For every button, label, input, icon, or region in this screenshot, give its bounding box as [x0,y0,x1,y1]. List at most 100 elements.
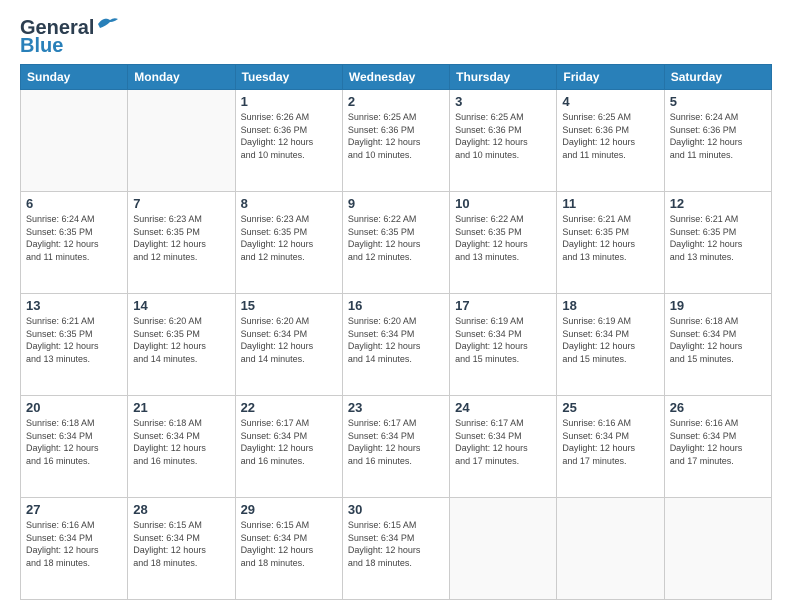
calendar-cell [128,90,235,192]
calendar-cell: 1 Sunrise: 6:26 AM Sunset: 6:36 PM Daylig… [235,90,342,192]
calendar-cell [450,498,557,600]
day-info: Sunrise: 6:15 AM Sunset: 6:34 PM Dayligh… [241,519,337,569]
day-info: Sunrise: 6:16 AM Sunset: 6:34 PM Dayligh… [670,417,766,467]
weekday-header-monday: Monday [128,65,235,90]
day-info: Sunrise: 6:26 AM Sunset: 6:36 PM Dayligh… [241,111,337,161]
day-number: 7 [133,196,229,211]
day-number: 8 [241,196,337,211]
day-number: 5 [670,94,766,109]
day-info: Sunrise: 6:17 AM Sunset: 6:34 PM Dayligh… [348,417,444,467]
calendar-cell: 26 Sunrise: 6:16 AM Sunset: 6:34 PM Dayli… [664,396,771,498]
day-info: Sunrise: 6:20 AM Sunset: 6:34 PM Dayligh… [348,315,444,365]
day-number: 22 [241,400,337,415]
day-info: Sunrise: 6:23 AM Sunset: 6:35 PM Dayligh… [241,213,337,263]
calendar-week-3: 13 Sunrise: 6:21 AM Sunset: 6:35 PM Dayli… [21,294,772,396]
calendar-cell: 24 Sunrise: 6:17 AM Sunset: 6:34 PM Dayli… [450,396,557,498]
logo: General Blue [20,18,118,56]
calendar-cell: 5 Sunrise: 6:24 AM Sunset: 6:36 PM Daylig… [664,90,771,192]
day-number: 27 [26,502,122,517]
day-number: 26 [670,400,766,415]
calendar-cell: 15 Sunrise: 6:20 AM Sunset: 6:34 PM Dayli… [235,294,342,396]
calendar-table: SundayMondayTuesdayWednesdayThursdayFrid… [20,64,772,600]
calendar-cell: 13 Sunrise: 6:21 AM Sunset: 6:35 PM Dayli… [21,294,128,396]
day-info: Sunrise: 6:25 AM Sunset: 6:36 PM Dayligh… [348,111,444,161]
logo-blue-text: Blue [20,36,63,56]
day-number: 28 [133,502,229,517]
calendar-cell: 25 Sunrise: 6:16 AM Sunset: 6:34 PM Dayli… [557,396,664,498]
day-number: 19 [670,298,766,313]
calendar-cell [664,498,771,600]
calendar-cell: 4Sunrise: 6:25 AM Sunset: 6:36 PM Daylig… [557,90,664,192]
weekday-header-friday: Friday [557,65,664,90]
calendar-cell: 27 Sunrise: 6:16 AM Sunset: 6:34 PM Dayli… [21,498,128,600]
calendar-week-4: 20 Sunrise: 6:18 AM Sunset: 6:34 PM Dayli… [21,396,772,498]
weekday-header-thursday: Thursday [450,65,557,90]
day-number: 16 [348,298,444,313]
day-info: Sunrise: 6:15 AM Sunset: 6:34 PM Dayligh… [133,519,229,569]
calendar-cell: 2 Sunrise: 6:25 AM Sunset: 6:36 PM Daylig… [342,90,449,192]
calendar-week-5: 27 Sunrise: 6:16 AM Sunset: 6:34 PM Dayli… [21,498,772,600]
weekday-header-saturday: Saturday [664,65,771,90]
calendar-cell: 9Sunrise: 6:22 AM Sunset: 6:35 PM Daylig… [342,192,449,294]
day-number: 4 [562,94,658,109]
day-info: Sunrise: 6:20 AM Sunset: 6:35 PM Dayligh… [133,315,229,365]
day-number: 6 [26,196,122,211]
calendar-header-row: SundayMondayTuesdayWednesdayThursdayFrid… [21,65,772,90]
calendar-cell: 20 Sunrise: 6:18 AM Sunset: 6:34 PM Dayli… [21,396,128,498]
day-number: 13 [26,298,122,313]
calendar-week-1: 1 Sunrise: 6:26 AM Sunset: 6:36 PM Daylig… [21,90,772,192]
day-info: Sunrise: 6:24 AM Sunset: 6:36 PM Dayligh… [670,111,766,161]
day-info: Sunrise: 6:15 AM Sunset: 6:34 PM Dayligh… [348,519,444,569]
day-info: Sunrise: 6:24 AM Sunset: 6:35 PM Dayligh… [26,213,122,263]
day-info: Sunrise: 6:20 AM Sunset: 6:34 PM Dayligh… [241,315,337,365]
day-info: Sunrise: 6:16 AM Sunset: 6:34 PM Dayligh… [26,519,122,569]
calendar-cell: 8 Sunrise: 6:23 AM Sunset: 6:35 PM Daylig… [235,192,342,294]
day-number: 23 [348,400,444,415]
day-number: 21 [133,400,229,415]
day-info: Sunrise: 6:16 AM Sunset: 6:34 PM Dayligh… [562,417,658,467]
day-number: 24 [455,400,551,415]
page: General Blue SundayMondayTuesdayWednesda… [0,0,792,612]
day-info: Sunrise: 6:25 AM Sunset: 6:36 PM Dayligh… [455,111,551,161]
calendar-cell: 7 Sunrise: 6:23 AM Sunset: 6:35 PM Daylig… [128,192,235,294]
day-number: 25 [562,400,658,415]
header: General Blue [20,18,772,56]
calendar-cell: 3 Sunrise: 6:25 AM Sunset: 6:36 PM Daylig… [450,90,557,192]
weekday-header-sunday: Sunday [21,65,128,90]
day-info: Sunrise: 6:21 AM Sunset: 6:35 PM Dayligh… [670,213,766,263]
day-info: Sunrise: 6:18 AM Sunset: 6:34 PM Dayligh… [26,417,122,467]
calendar-cell: 6 Sunrise: 6:24 AM Sunset: 6:35 PM Daylig… [21,192,128,294]
calendar-cell: 12 Sunrise: 6:21 AM Sunset: 6:35 PM Dayli… [664,192,771,294]
day-info: Sunrise: 6:18 AM Sunset: 6:34 PM Dayligh… [670,315,766,365]
weekday-header-wednesday: Wednesday [342,65,449,90]
day-info: Sunrise: 6:23 AM Sunset: 6:35 PM Dayligh… [133,213,229,263]
calendar-week-2: 6 Sunrise: 6:24 AM Sunset: 6:35 PM Daylig… [21,192,772,294]
day-number: 15 [241,298,337,313]
day-info: Sunrise: 6:22 AM Sunset: 6:35 PM Dayligh… [348,213,444,263]
day-number: 12 [670,196,766,211]
day-info: Sunrise: 6:17 AM Sunset: 6:34 PM Dayligh… [241,417,337,467]
day-number: 10 [455,196,551,211]
calendar-cell: 23 Sunrise: 6:17 AM Sunset: 6:34 PM Dayli… [342,396,449,498]
day-number: 29 [241,502,337,517]
calendar-cell [21,90,128,192]
day-number: 3 [455,94,551,109]
day-info: Sunrise: 6:21 AM Sunset: 6:35 PM Dayligh… [26,315,122,365]
day-info: Sunrise: 6:21 AM Sunset: 6:35 PM Dayligh… [562,213,658,263]
logo-bird-icon [96,16,118,32]
calendar-cell: 19 Sunrise: 6:18 AM Sunset: 6:34 PM Dayli… [664,294,771,396]
day-info: Sunrise: 6:22 AM Sunset: 6:35 PM Dayligh… [455,213,551,263]
weekday-header-tuesday: Tuesday [235,65,342,90]
day-number: 20 [26,400,122,415]
calendar-cell: 28 Sunrise: 6:15 AM Sunset: 6:34 PM Dayli… [128,498,235,600]
day-number: 11 [562,196,658,211]
calendar-cell: 11 Sunrise: 6:21 AM Sunset: 6:35 PM Dayli… [557,192,664,294]
calendar-cell: 30Sunrise: 6:15 AM Sunset: 6:34 PM Dayli… [342,498,449,600]
day-number: 1 [241,94,337,109]
day-number: 2 [348,94,444,109]
day-info: Sunrise: 6:19 AM Sunset: 6:34 PM Dayligh… [455,315,551,365]
day-info: Sunrise: 6:17 AM Sunset: 6:34 PM Dayligh… [455,417,551,467]
day-number: 18 [562,298,658,313]
calendar-cell: 22 Sunrise: 6:17 AM Sunset: 6:34 PM Dayli… [235,396,342,498]
day-info: Sunrise: 6:18 AM Sunset: 6:34 PM Dayligh… [133,417,229,467]
